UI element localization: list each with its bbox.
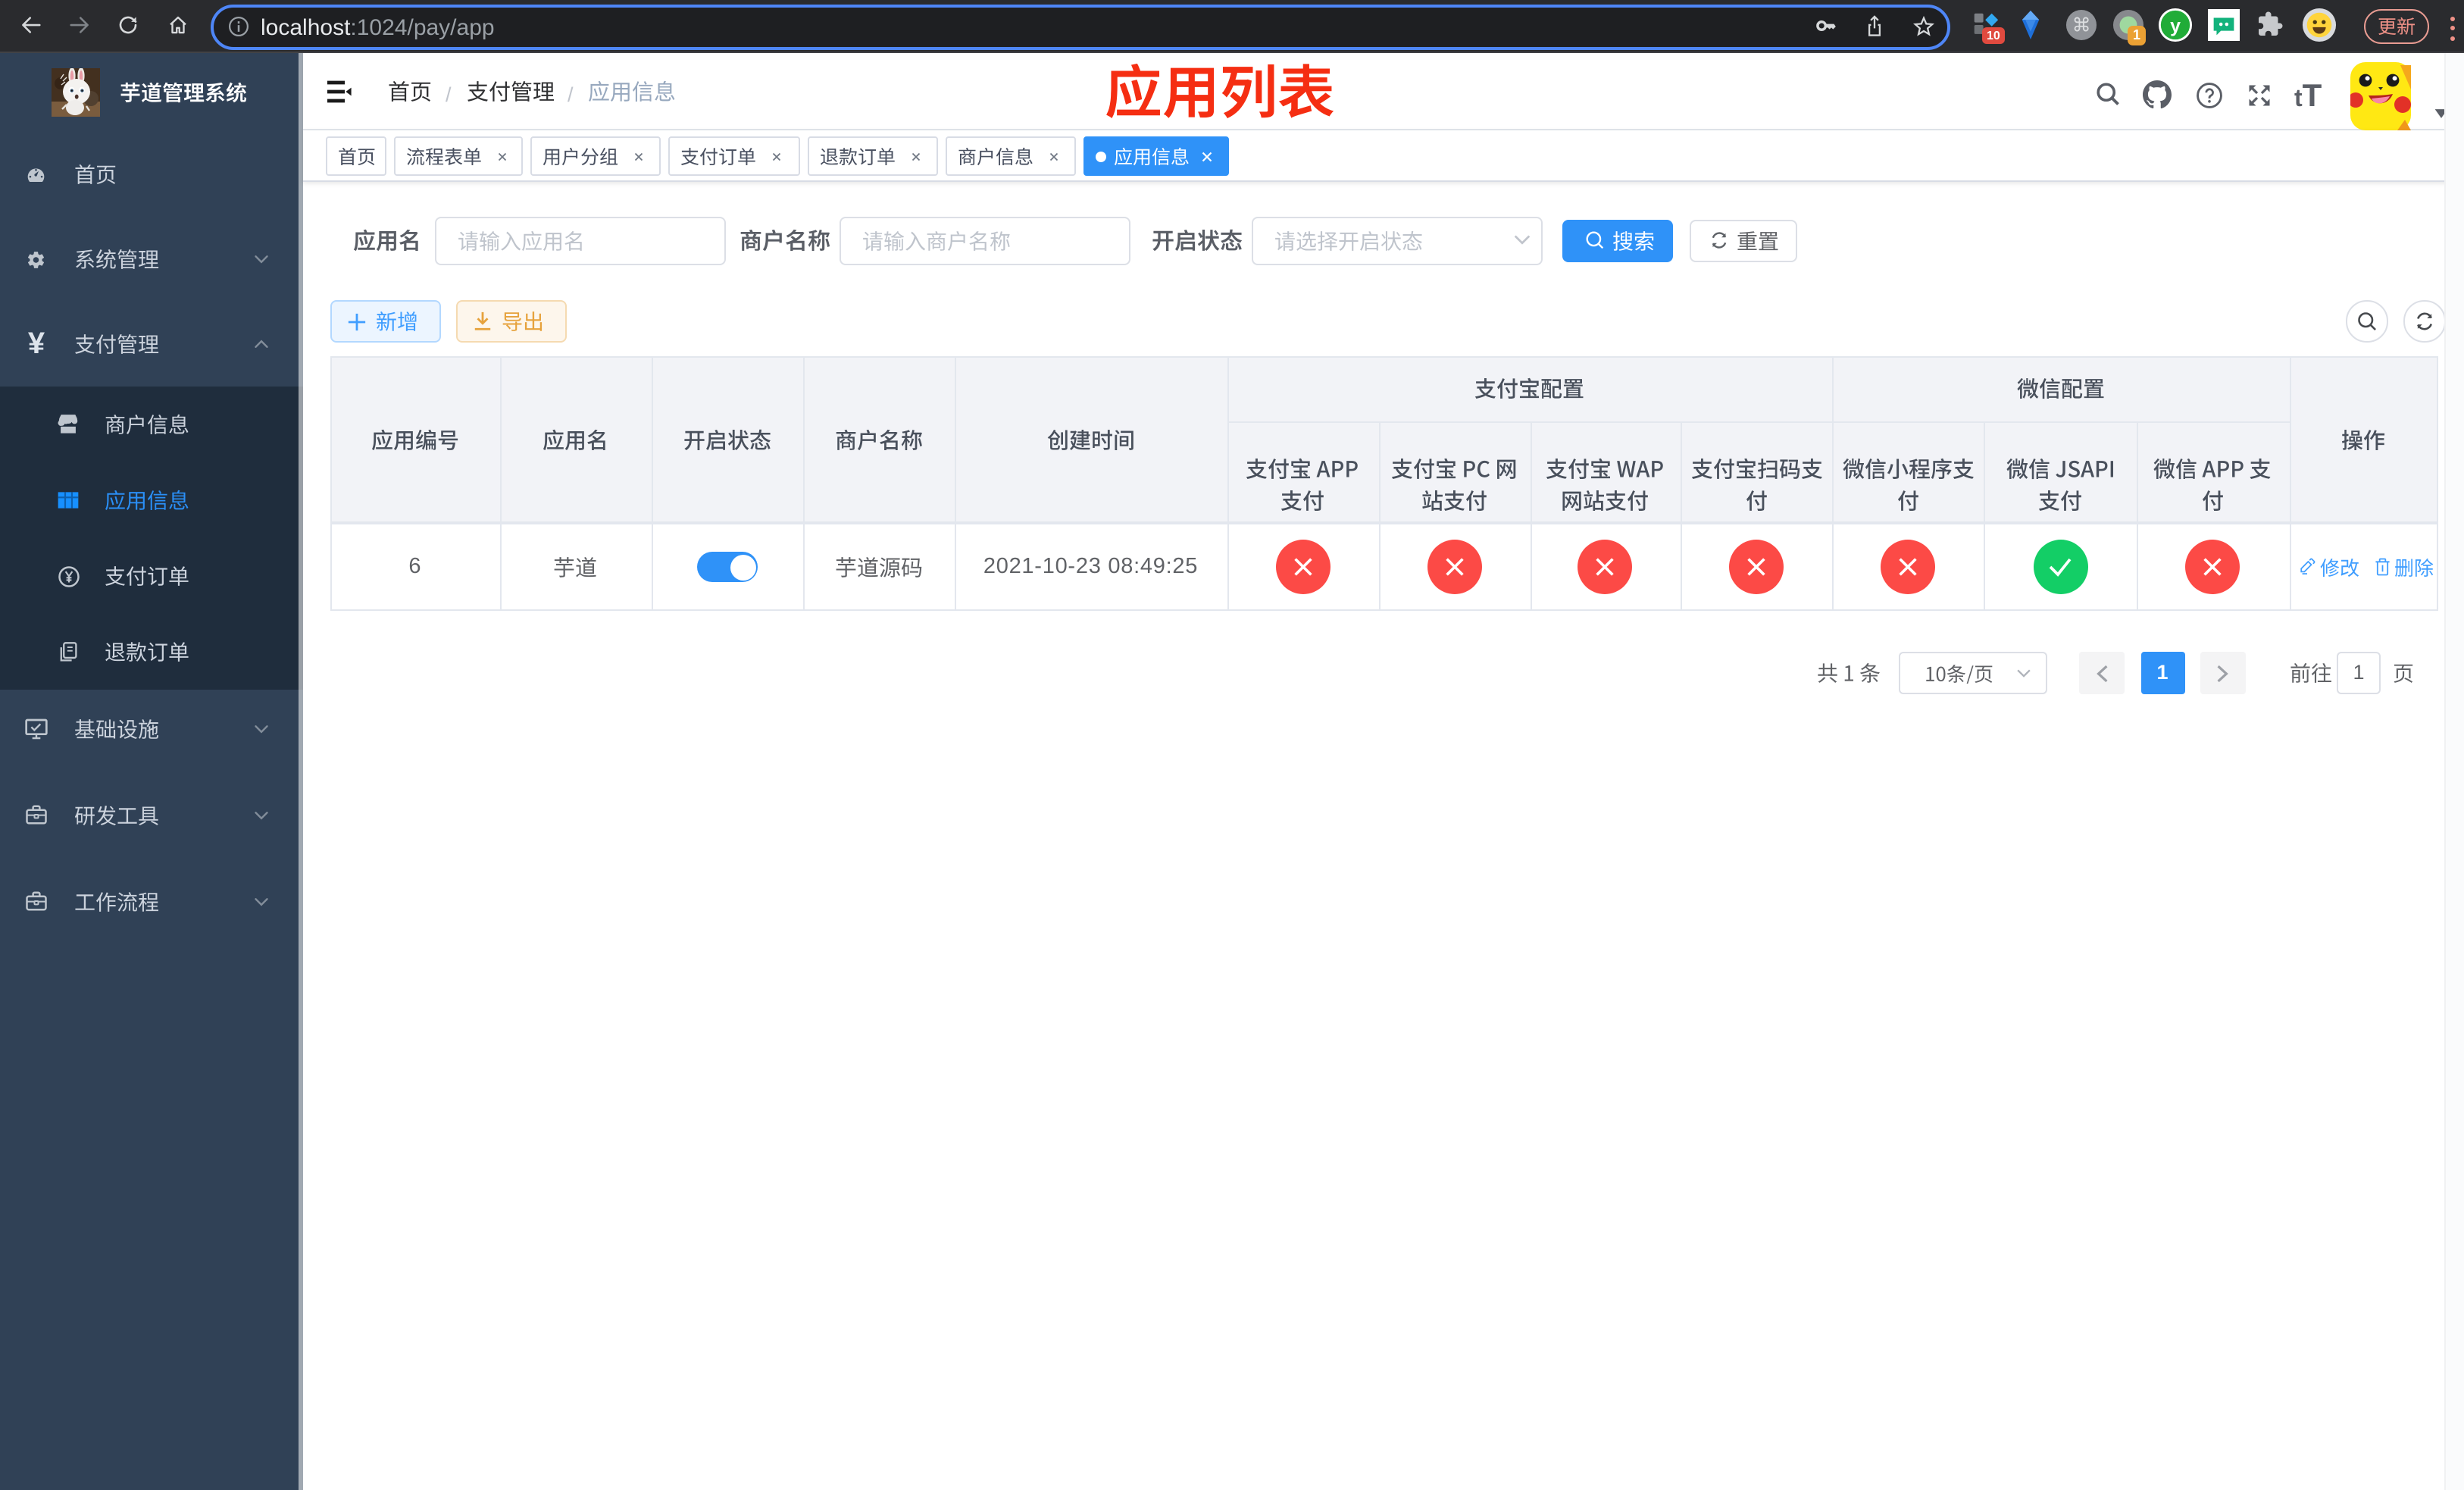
- svg-text:y: y: [2170, 16, 2181, 37]
- svg-text:⌘: ⌘: [2072, 16, 2091, 36]
